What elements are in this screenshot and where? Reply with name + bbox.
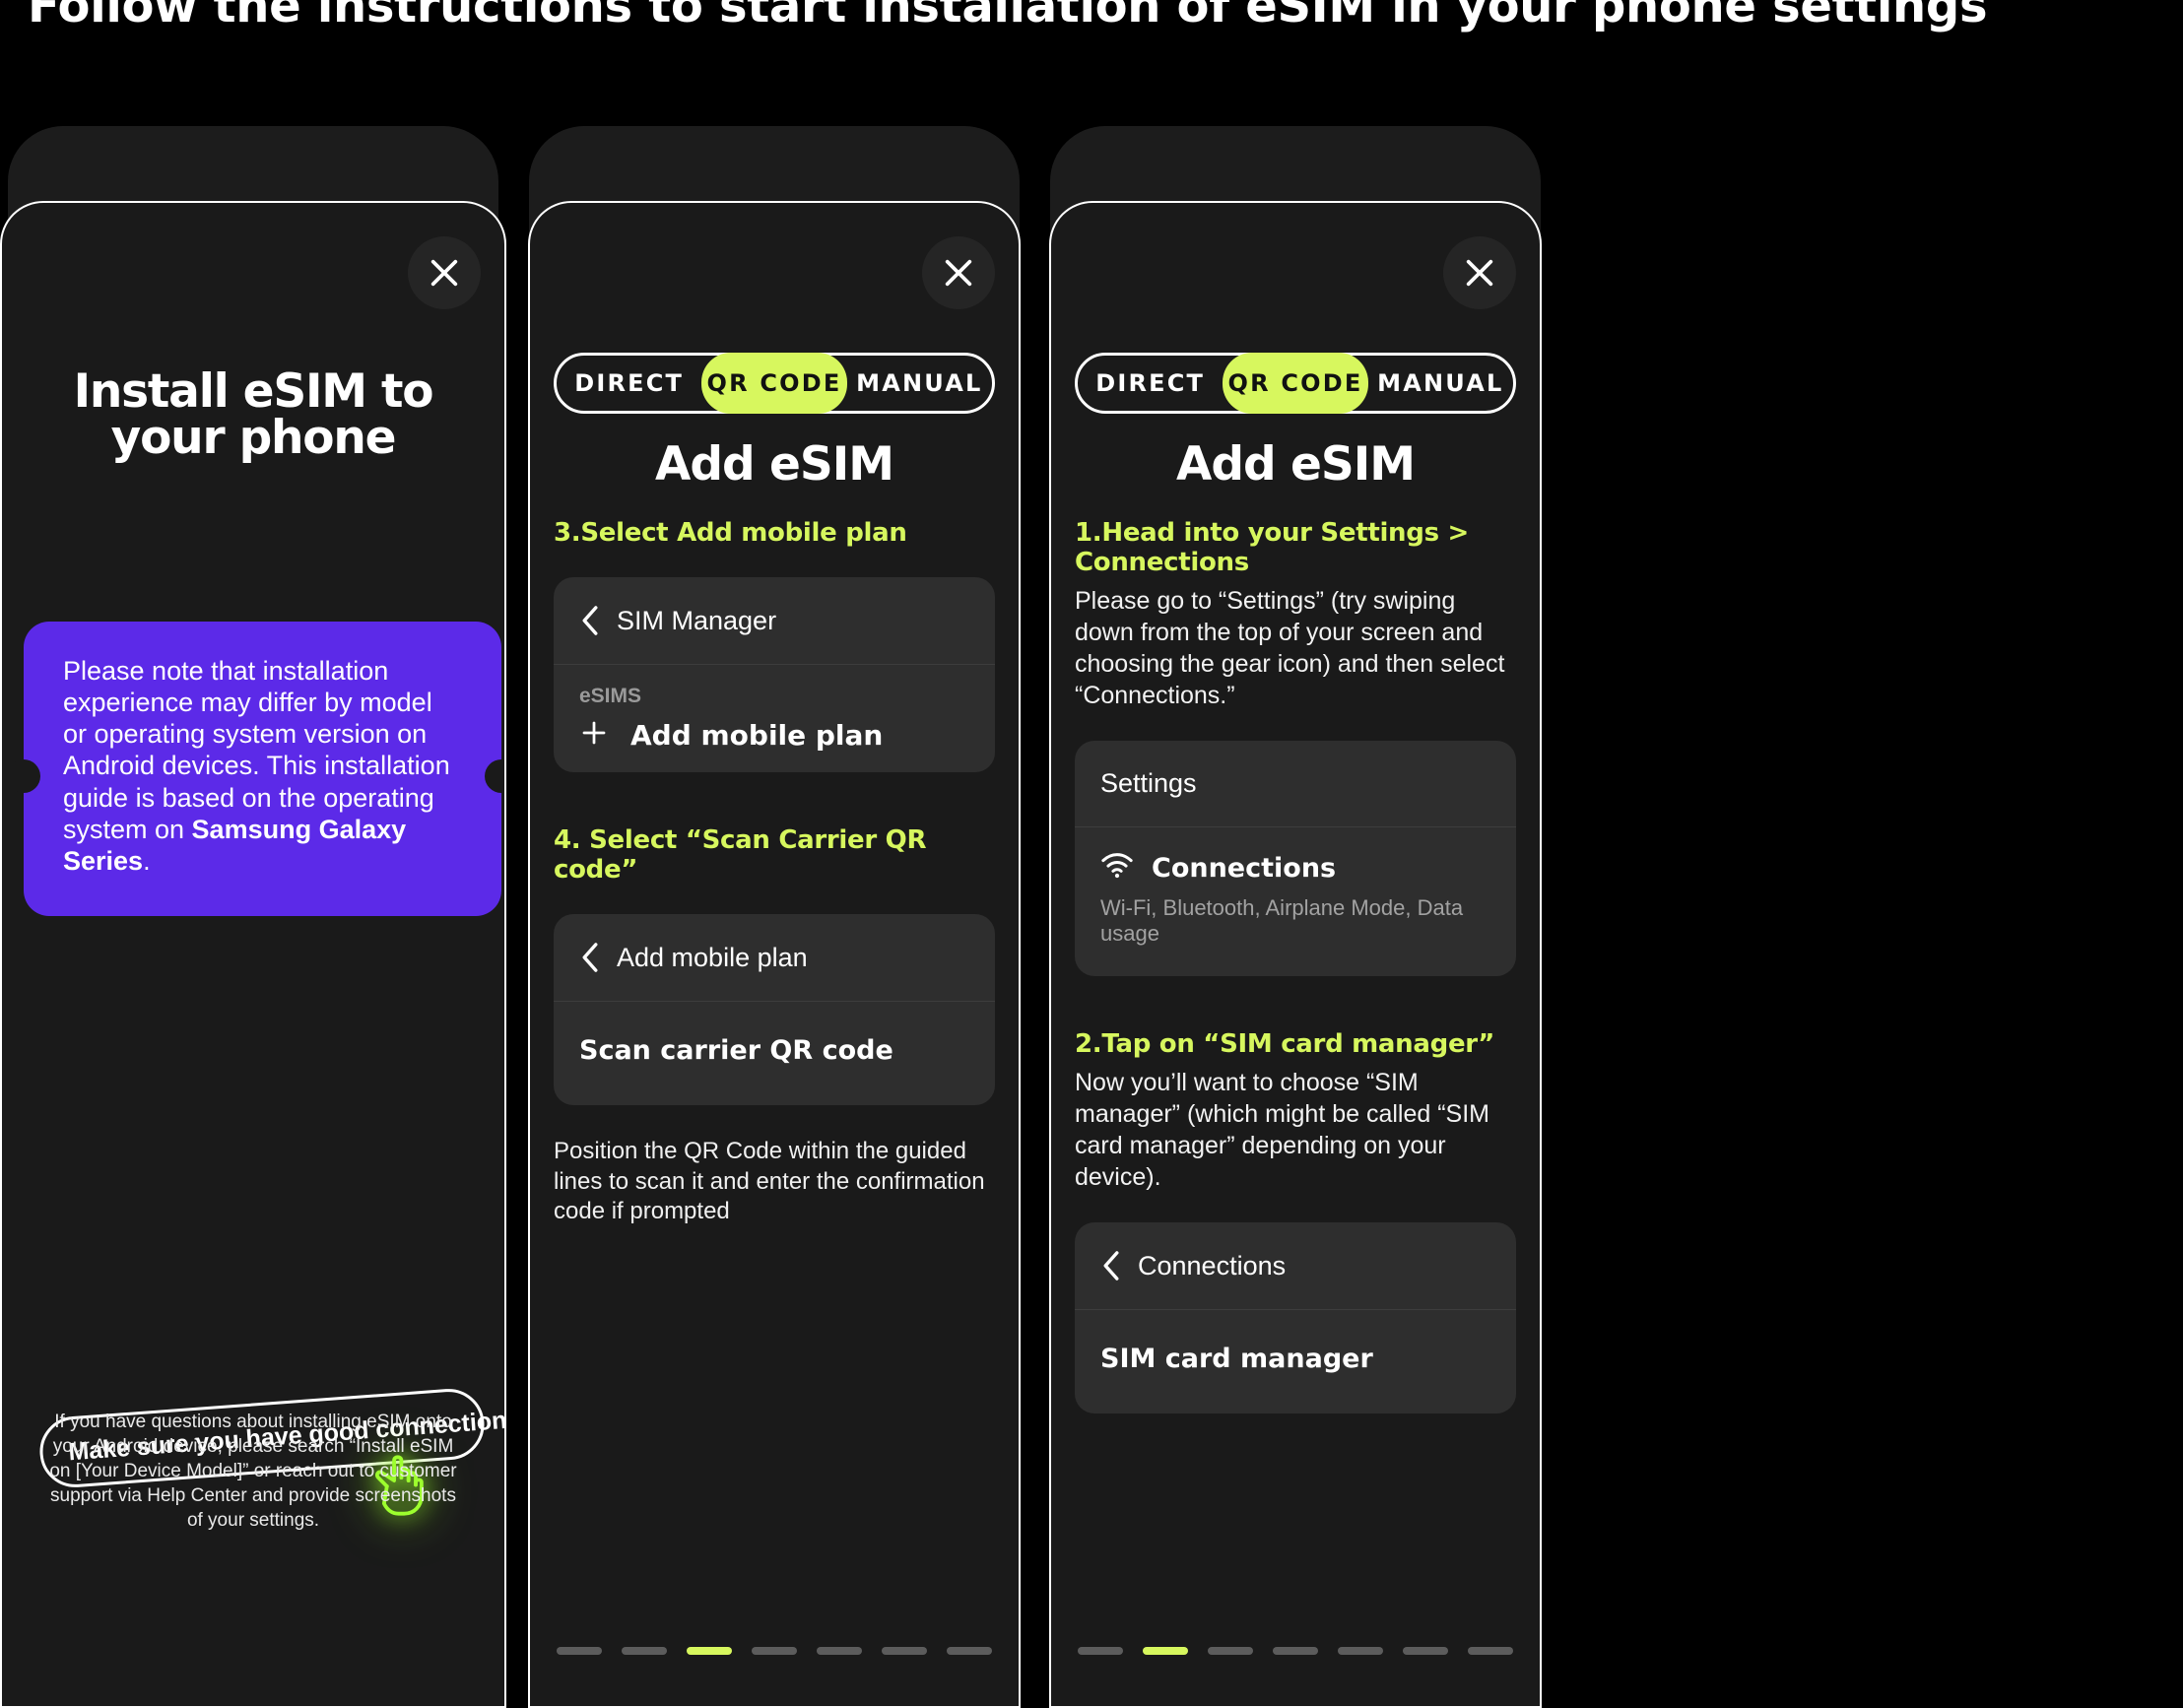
mock-connections-label: Connections (1152, 853, 1337, 884)
pager-dash-5[interactable] (1338, 1647, 1383, 1655)
installation-note-card: Please note that installation experience… (7, 622, 504, 916)
close-button[interactable] (1443, 236, 1516, 309)
sim-card-manager-mock-card: Connections SIM card manager (1075, 1222, 1516, 1413)
phone3-title: Add eSIM (1175, 437, 1416, 492)
step-body-2: Now you’ll want to choose “SIM manager” … (1075, 1069, 1489, 1191)
phone3-body: 1.Head into your Settings > Connections … (1075, 518, 1516, 1617)
pager-dash-2[interactable] (1143, 1647, 1188, 1655)
pager-dash-4[interactable] (1273, 1647, 1318, 1655)
pager-dash-2[interactable] (622, 1647, 667, 1655)
mock-sim-card-manager-row[interactable]: SIM card manager (1075, 1309, 1516, 1413)
close-button[interactable] (922, 236, 995, 309)
mock-nav-row-settings[interactable]: Settings (1075, 741, 1516, 826)
step-heading-4: 4. Select “Scan Carrier QR code” (554, 825, 927, 885)
chevron-left-icon (579, 942, 601, 973)
pager-dash-3[interactable] (1208, 1647, 1253, 1655)
page-title: Follow the instructions to start install… (28, 0, 1988, 33)
phone-mockup-3: DIRECT QR CODE MANUAL Add eSIM 1.Head in… (1049, 126, 1542, 1708)
phone1-title: Install eSIM to your phone (73, 364, 434, 465)
pager-dash-1[interactable] (557, 1647, 602, 1655)
install-method-tabs[interactable]: DIRECT QR CODE MANUAL (554, 353, 995, 414)
phone2-sheet: DIRECT QR CODE MANUAL Add eSIM 3.Select … (528, 201, 1021, 1708)
mock-add-mobile-plan-row[interactable]: Add mobile plan (579, 718, 969, 753)
pager-dash-1[interactable] (1078, 1647, 1123, 1655)
mock-nav-row-add-mobile-plan[interactable]: Add mobile plan (554, 914, 995, 1001)
tab-manual[interactable]: MANUAL (1368, 356, 1513, 411)
note-notch-right (485, 759, 504, 793)
step-heading-2: 2.Tap on “SIM card manager” (1075, 1029, 1495, 1059)
phone2-title: Add eSIM (654, 437, 894, 492)
pager-dash-7[interactable] (947, 1647, 992, 1655)
phone2-body: 3.Select Add mobile plan SIM Manager eSI… (554, 518, 995, 1617)
mock-connections-subtitle: Wi-Fi, Bluetooth, Airplane Mode, Data us… (1100, 895, 1464, 946)
mock-nav-row-sim-manager[interactable]: SIM Manager (554, 577, 995, 664)
sim-manager-mock-card: SIM Manager eSIMS Add mobile plan (554, 577, 995, 772)
phone-mockup-1: Install eSIM to your phone Please note t… (0, 126, 506, 1708)
tab-qr-code[interactable]: QR CODE (701, 353, 847, 414)
mock-add-mobile-plan-label: Add mobile plan (630, 719, 884, 752)
mock-sim-card-manager-label: SIM card manager (1100, 1344, 1373, 1374)
step-heading-1: 1.Head into your Settings > Connections (1075, 518, 1469, 577)
pager-dash-5[interactable] (817, 1647, 862, 1655)
mock-scan-carrier-qr-row[interactable]: Scan carrier QR code (554, 1001, 995, 1105)
phone1-footnote: If you have questions about installing e… (49, 1411, 457, 1531)
mock-nav-label: Add mobile plan (617, 942, 808, 972)
chevron-left-icon (1100, 1250, 1122, 1281)
phone-mockup-2: DIRECT QR CODE MANUAL Add eSIM 3.Select … (528, 126, 1021, 1708)
tab-qr-code[interactable]: QR CODE (1223, 353, 1368, 414)
phone1-sheet: Install eSIM to your phone Please note t… (0, 201, 506, 1708)
close-icon (430, 259, 458, 287)
tab-direct[interactable]: DIRECT (557, 356, 701, 411)
chevron-left-icon (579, 605, 601, 636)
pager-dash-4[interactable] (752, 1647, 797, 1655)
mock-connections-row[interactable]: Connections Wi-Fi, Bluetooth, Airplane M… (1075, 826, 1516, 976)
pager-dash-6[interactable] (1403, 1647, 1448, 1655)
phone3-pagination[interactable] (1051, 1647, 1540, 1655)
phone3-sheet: DIRECT QR CODE MANUAL Add eSIM 1.Head in… (1049, 201, 1542, 1708)
close-icon (1466, 259, 1493, 287)
pager-dash-6[interactable] (882, 1647, 927, 1655)
step-body-1: Please go to “Settings” (try swiping dow… (1075, 587, 1505, 709)
pager-dash-3[interactable] (687, 1647, 732, 1655)
scan-qr-mock-card: Add mobile plan Scan carrier QR code (554, 914, 995, 1105)
mock-group-label: eSIMS (579, 685, 642, 707)
close-icon (945, 259, 972, 287)
step-heading-3: 3.Select Add mobile plan (554, 518, 907, 548)
plus-icon (579, 718, 609, 753)
note-text-tail: . (143, 845, 151, 876)
note-notch-left (7, 759, 40, 793)
pager-dash-7[interactable] (1468, 1647, 1513, 1655)
mock-esims-group: eSIMS Add mobile plan (554, 664, 995, 772)
qr-position-hint: Position the QR Code within the guided l… (554, 1138, 985, 1225)
mock-nav-label: Settings (1100, 768, 1197, 798)
phone2-pagination[interactable] (530, 1647, 1019, 1655)
mock-nav-label: SIM Manager (617, 605, 777, 635)
mock-nav-label: Connections (1138, 1250, 1287, 1281)
mock-scan-carrier-qr-label: Scan carrier QR code (579, 1035, 893, 1066)
tab-direct[interactable]: DIRECT (1078, 356, 1223, 411)
tab-manual[interactable]: MANUAL (847, 356, 992, 411)
wifi-icon (1100, 853, 1134, 884)
mock-nav-row-connections[interactable]: Connections (1075, 1222, 1516, 1309)
close-button[interactable] (408, 236, 481, 309)
install-method-tabs[interactable]: DIRECT QR CODE MANUAL (1075, 353, 1516, 414)
settings-mock-card: Settings Connections Wi-Fi, Bluetooth, A… (1075, 741, 1516, 976)
